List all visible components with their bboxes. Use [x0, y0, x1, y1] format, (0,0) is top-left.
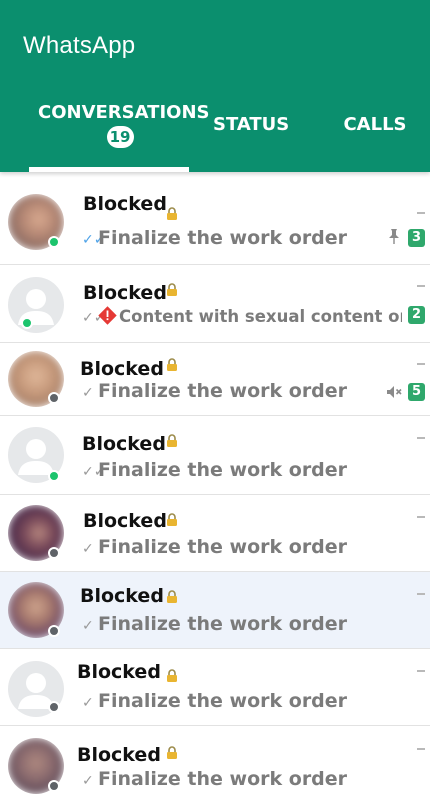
unread-count-badge: 5 [408, 383, 425, 401]
lock-icon [167, 434, 177, 447]
app-title: WhatsApp [23, 32, 136, 59]
message-preview-text: Finalize the work order [98, 613, 348, 635]
message-preview: ✓ Finalize the work order [82, 536, 372, 558]
conversations-count-badge: 19 [106, 126, 134, 148]
single-check-icon: ✓ [82, 773, 94, 789]
message-preview-text: Finalize the work order [98, 380, 348, 402]
message-preview: ✓ Finalize the work order [82, 690, 372, 712]
message-preview-text: Finalize the work order [98, 768, 348, 790]
lock-icon [167, 283, 177, 296]
avatar [8, 277, 64, 333]
message-preview-text: Finalize the work order [98, 227, 348, 249]
double-check-icon: ✓✓ [82, 310, 106, 326]
contact-name: Blocked [83, 510, 167, 532]
online-status-dot [48, 236, 60, 248]
tab-status[interactable]: STATUS [213, 114, 289, 135]
message-preview: ✓ Finalize the work order [82, 380, 372, 402]
double-check-icon: ✓✓ [82, 464, 106, 480]
active-tab-indicator [29, 167, 189, 172]
contact-name: Blocked [80, 585, 164, 607]
tab-conversations[interactable]: CONVERSATIONS 19 [38, 102, 209, 148]
online-status-dot [21, 317, 33, 329]
message-preview: ✓ Finalize the work order [82, 613, 372, 635]
offline-status-dot [48, 547, 60, 559]
message-preview: ✓✓Finalize the work order [82, 227, 372, 249]
contact-name: Blocked [80, 358, 164, 380]
lock-icon [167, 513, 177, 526]
conversation-row[interactable]: Blocked ✓✓Finalize the work order 3 [0, 172, 430, 265]
timestamp-placeholder [417, 437, 425, 439]
single-check-icon: ✓ [82, 618, 94, 634]
timestamp-placeholder [417, 363, 425, 365]
conversation-row[interactable]: Blocked ✓ Finalize the work order [0, 495, 430, 572]
timestamp-placeholder [417, 670, 425, 672]
timestamp-placeholder [417, 212, 425, 214]
timestamp-placeholder [417, 593, 425, 595]
lock-icon [167, 207, 177, 220]
mute-icon [387, 386, 402, 398]
timestamp-placeholder [417, 516, 425, 518]
default-avatar-icon [18, 289, 54, 325]
contact-name: Blocked [77, 744, 161, 766]
lock-icon [167, 358, 177, 371]
contact-name: Blocked [77, 661, 161, 683]
conversation-row[interactable]: Blocked ✓ Finalize the work order [0, 726, 430, 802]
single-check-icon: ✓ [82, 695, 94, 711]
message-preview: ✓✓ Content with sexual content or... [82, 306, 402, 326]
timestamp-placeholder [417, 285, 425, 287]
conversation-row[interactable]: Blocked ✓✓Finalize the work order [0, 416, 430, 495]
single-check-icon: ✓ [82, 541, 94, 557]
conversation-row[interactable]: Blocked ✓✓ Content with sexual content or… [0, 265, 430, 343]
timestamp-placeholder [417, 748, 425, 750]
offline-status-dot [48, 392, 60, 404]
double-check-icon: ✓✓ [82, 232, 106, 248]
offline-status-dot [48, 625, 60, 637]
message-preview-text: Finalize the work order [98, 536, 348, 558]
online-status-dot [48, 470, 60, 482]
tab-conversations-label: CONVERSATIONS [38, 102, 210, 123]
tab-calls[interactable]: CALLS [343, 114, 407, 135]
offline-status-dot [48, 780, 60, 792]
message-preview: ✓✓Finalize the work order [82, 459, 372, 481]
message-preview: ✓ Finalize the work order [82, 768, 372, 790]
lock-icon [167, 590, 177, 603]
conversation-row[interactable]: Blocked ✓ Finalize the work order 5 [0, 343, 430, 416]
offline-status-dot [48, 701, 60, 713]
app-header: WhatsApp CONVERSATIONS 19 STATUS CALLS [0, 0, 430, 172]
conversation-row[interactable]: Blocked ✓ Finalize the work order [0, 572, 430, 649]
lock-icon [167, 669, 177, 682]
unread-count-badge: 3 [408, 229, 425, 247]
lock-icon [167, 746, 177, 759]
contact-name: Blocked [83, 193, 167, 215]
message-preview-text: Finalize the work order [98, 690, 348, 712]
unread-count-badge: 2 [408, 306, 425, 324]
contact-name: Blocked [83, 282, 167, 304]
contact-name: Blocked [82, 433, 166, 455]
message-preview-text: Content with sexual content or... [119, 307, 402, 326]
conversation-row[interactable]: Blocked ✓ Finalize the work order [0, 649, 430, 726]
warning-icon [98, 306, 117, 325]
single-check-icon: ✓ [82, 385, 94, 401]
message-preview-text: Finalize the work order [98, 459, 348, 481]
pin-icon [389, 229, 399, 244]
